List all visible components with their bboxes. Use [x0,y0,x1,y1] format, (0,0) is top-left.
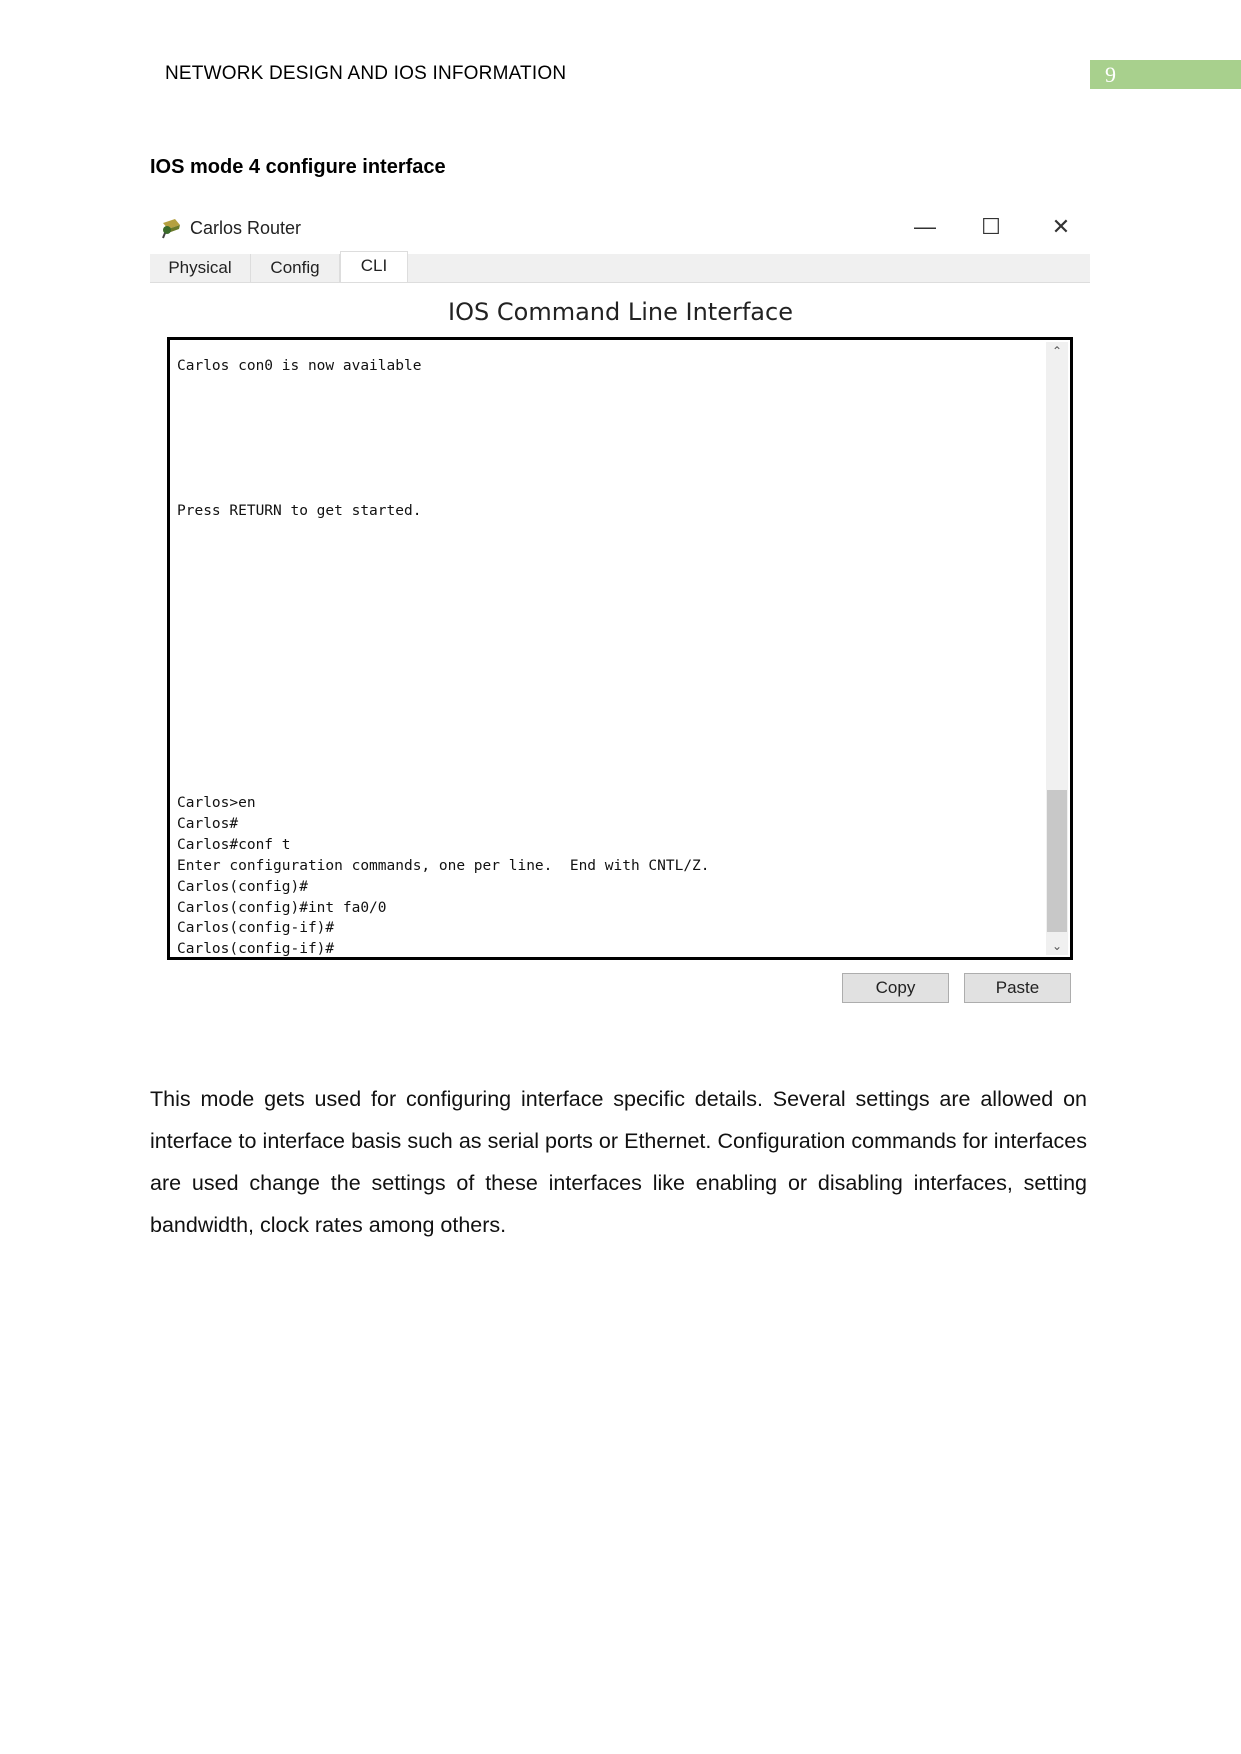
terminal-line: Carlos con0 is now available [177,358,422,374]
router-window: Carlos Router — ☐ ✕ Physical Config CLI [150,210,1090,283]
paste-button[interactable]: Paste [964,973,1071,1003]
scroll-up-icon[interactable]: ⌃ [1046,344,1068,358]
section-heading: IOS mode 4 configure interface [150,156,446,178]
terminal-line: Carlos#conf t [177,837,291,853]
terminal-line: Enter configuration commands, one per li… [177,858,710,874]
document-page: NETWORK DESIGN AND IOS INFORMATION 9 IOS… [0,0,1241,1754]
panel-title: IOS Command Line Interface [448,298,793,326]
scrollbar[interactable]: ⌃ ⌄ [1046,342,1068,955]
cli-terminal[interactable]: Carlos con0 is now available Press RETUR… [167,337,1073,960]
running-header: NETWORK DESIGN AND IOS INFORMATION [165,63,567,84]
router-app-icon [162,219,180,239]
tab-physical[interactable]: Physical [150,254,251,282]
tab-bar: Physical Config CLI [150,251,1090,283]
close-button[interactable]: ✕ [1046,214,1076,240]
window-title: Carlos Router [190,218,302,238]
minimize-button[interactable]: — [910,214,940,240]
terminal-line: Carlos(config)# [177,879,308,895]
page-number: 9 [1090,60,1241,89]
tab-config[interactable]: Config [251,254,340,282]
maximize-button[interactable]: ☐ [976,214,1006,240]
terminal-line: Carlos# [177,816,239,832]
terminal-line: Carlos(config-if)# [177,941,335,957]
scroll-down-icon[interactable]: ⌄ [1046,939,1068,953]
terminal-line: Carlos(config)#int fa0/0 [177,900,387,916]
terminal-line: Carlos(config-if)# [177,920,335,936]
title-bar: Carlos Router — ☐ ✕ [150,210,1090,250]
body-paragraph: This mode gets used for configuring inte… [150,1087,1087,1237]
terminal-line: Press RETURN to get started. [177,503,422,519]
copy-button[interactable]: Copy [842,973,949,1003]
scrollbar-thumb[interactable] [1047,790,1067,932]
tab-cli[interactable]: CLI [340,251,408,282]
terminal-line: Carlos>en [177,795,256,811]
